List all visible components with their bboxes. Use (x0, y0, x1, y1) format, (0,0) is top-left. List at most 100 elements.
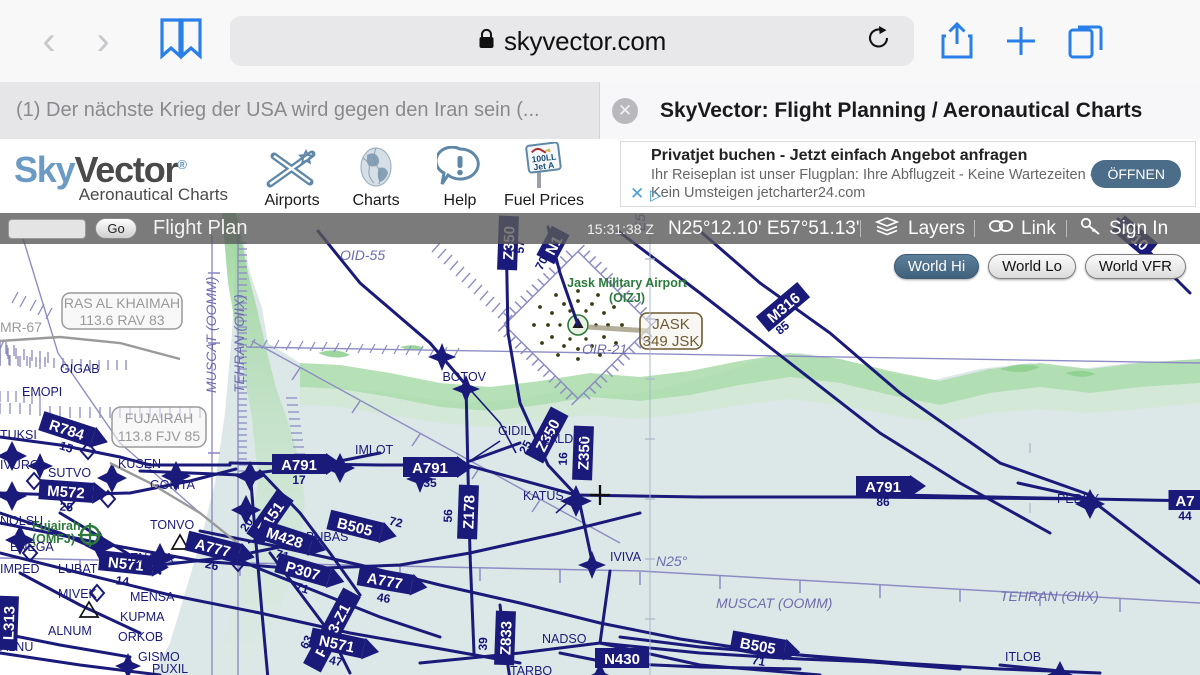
go-button[interactable]: Go (95, 218, 137, 239)
nav-item-airports[interactable]: Airports (250, 139, 334, 213)
tab-label: (1) Der nächste Krieg der USA wird gegen… (16, 99, 540, 121)
fir-label: MUSCAT (OOMM) (716, 595, 832, 611)
nav-item-charts[interactable]: Charts (334, 139, 418, 213)
nav-item-help[interactable]: Help (418, 139, 502, 213)
waypoint-label: GIDIL (498, 424, 531, 438)
brand-registered-mark: ® (177, 157, 187, 172)
waypoint-label: BOTOV (442, 370, 486, 384)
ad-banner[interactable]: Privatjet buchen - Jetzt einfach Angebot… (620, 141, 1196, 207)
site-header: SkyVector® Aeronautical Charts Airports (0, 139, 1200, 213)
waypoint-label: PUXIL (152, 662, 188, 675)
waypoint-label: NADSO (542, 632, 587, 646)
nav-label: Airports (264, 192, 320, 209)
brand-logo[interactable]: SkyVector® Aeronautical Charts (0, 139, 250, 213)
airway-id: L313 (0, 606, 18, 641)
bookmarks-icon[interactable] (158, 17, 206, 66)
tab-news-article[interactable]: (1) Der nächste Krieg der USA wird gegen… (0, 82, 600, 139)
globe-icon (353, 146, 399, 190)
airspace-label: MR-67 (0, 319, 42, 335)
fir-label: TEHRAN (OIIX) (1000, 588, 1099, 604)
airway-distance: 86 (876, 495, 890, 509)
airway-distance: 44 (1178, 509, 1192, 523)
plus-icon[interactable] (1004, 24, 1038, 58)
navaid-name: RAS AL KHAIMAH (64, 295, 180, 311)
graticule-label: N25° (656, 553, 688, 569)
airway-distance: 39 (476, 637, 490, 651)
chevron-left-icon[interactable]: ‹ (22, 21, 76, 61)
ad-open-button[interactable]: ÖFFNEN (1091, 160, 1181, 188)
airway-id: A791 (412, 460, 448, 477)
waypoint-label: IMLOT (355, 443, 394, 457)
waypoint-label: TUKSI (0, 428, 37, 442)
navaid-freq: 113.6 RAV 83 (79, 312, 164, 328)
airway-distance: 17 (292, 473, 306, 487)
chart-btn-world-hi[interactable]: World Hi (893, 254, 980, 279)
utc-clock: 15:31:38 Z (587, 220, 654, 237)
url-input[interactable]: skyvector.com (230, 16, 914, 66)
airway-distance: 14 (115, 573, 130, 588)
fir-label: TEHRAN (OIIX) (231, 294, 247, 393)
navaid-freq: 349 JSK (643, 333, 700, 350)
layers-button[interactable]: Layers (874, 216, 965, 241)
nav-label: Fuel Prices (503, 192, 585, 209)
waypoint-label: IMPED (0, 562, 40, 576)
layers-icon (874, 216, 900, 241)
chain-link-icon (988, 218, 1014, 239)
lock-icon (478, 28, 495, 50)
waypoint-label: BUBAS (306, 530, 348, 544)
tab-bar: (1) Der nächste Krieg der USA wird gegen… (0, 82, 1200, 139)
waypoint-label: KUPMA (120, 610, 165, 624)
waypoint-label: KUSEN (118, 457, 161, 471)
airway-distance: 35 (423, 476, 437, 490)
airway-banner: Z833 (494, 610, 516, 666)
chrome-actions (940, 21, 1104, 61)
map-canvas[interactable]: Z35057N170Z35025Z35016M31685A79117A79135… (0, 213, 1200, 675)
chart-btn-world-vfr[interactable]: World VFR (1084, 254, 1186, 279)
waypoint-label: GOMTA (150, 478, 196, 492)
waypoint-label: ENEGA (10, 540, 54, 554)
brand-sky: Sky (14, 149, 76, 190)
chart-btn-world-lo[interactable]: World Lo (988, 254, 1076, 279)
airway-id: A7 (1175, 493, 1194, 510)
url-text-group: skyvector.com (478, 26, 666, 57)
navaid-name: FUJAIRAH (125, 410, 193, 426)
nav-label: Charts (352, 192, 400, 209)
toolbar-divider (974, 220, 975, 237)
tab-skyvector[interactable]: ✕ SkyVector: Flight Planning / Aeronauti… (600, 82, 1200, 139)
adchoices-icon[interactable]: ▷ (650, 186, 662, 204)
close-icon[interactable]: ✕ (612, 97, 638, 124)
tabs-icon[interactable] (1068, 22, 1104, 60)
waypoint-label: IVURO (0, 458, 40, 472)
airway-distance: 16 (556, 452, 570, 466)
link-button[interactable]: Link (988, 218, 1056, 240)
airway-id: Z178 (460, 495, 478, 530)
reload-icon[interactable] (866, 25, 892, 58)
chevron-right-icon[interactable]: › (76, 21, 130, 61)
flightplan-input[interactable] (8, 218, 86, 239)
airport-name: Jask Military Airport (567, 276, 688, 290)
airway-id: A791 (281, 457, 317, 474)
waypoint-label: PEDEX (1057, 492, 1100, 506)
signin-button[interactable]: Sign In (1080, 216, 1168, 241)
waypoint-label: LUBAT (58, 562, 98, 576)
help-balloon-icon (437, 146, 483, 190)
coordinates-readout: N25°12.10' E57°51.13' (668, 217, 860, 239)
waypoint-label: GIGAB (60, 362, 100, 376)
tab-label: SkyVector: Flight Planning / Aeronautica… (660, 98, 1143, 122)
airspace-label: OIR-21 (582, 341, 627, 357)
brand-vector: Vector (74, 149, 178, 190)
airway-distance: 25 (59, 500, 74, 515)
browser-chrome: ‹ › skyvector.com (0, 0, 1200, 82)
share-icon[interactable] (940, 21, 974, 61)
close-icon[interactable]: ✕ (630, 184, 644, 204)
url-hostname: skyvector.com (503, 25, 667, 56)
fuel-sign-icon: 100LL Jet A (519, 142, 569, 190)
waypoint-label: ALNUM (48, 624, 92, 638)
nav-label: Help (443, 192, 477, 209)
link-label: Link (1021, 217, 1056, 239)
nav-item-fuel-prices[interactable]: 100LL Jet A Fuel Prices (502, 139, 586, 213)
chart-type-switcher: World Hi World Lo World VFR (893, 254, 1186, 279)
airport-ident: (OIZJ) (609, 291, 645, 305)
airway-banner: N430 (595, 648, 649, 668)
key-icon (1080, 216, 1102, 241)
